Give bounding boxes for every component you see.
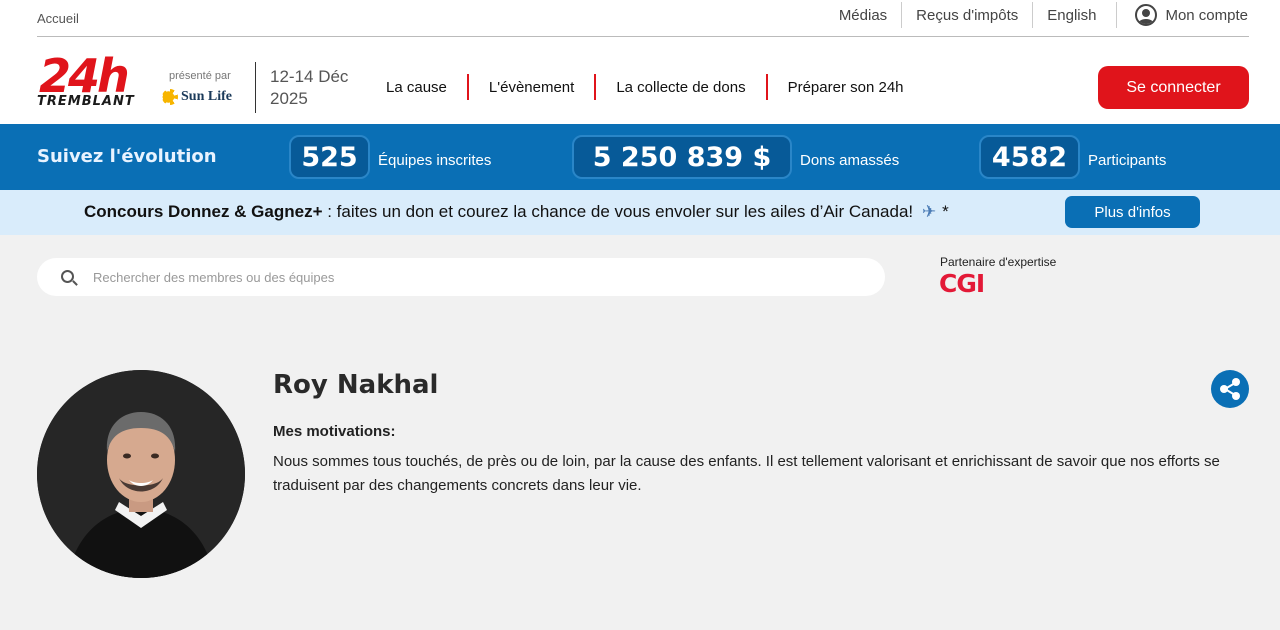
- sponsor-logo: Sun Life: [162, 89, 232, 105]
- contest-description: : faites un don et courez la chance de v…: [322, 202, 914, 221]
- logo-name: TREMBLANT: [37, 94, 135, 109]
- nav-item-event[interactable]: L'évènement: [466, 74, 594, 100]
- event-dates-year: 2025: [270, 89, 308, 108]
- site-header: Accueil Médias Reçus d'impôts English Mo…: [0, 0, 1280, 124]
- event-dates: 12-14 Déc 2025: [270, 66, 348, 110]
- stats-band: Suivez l'évolution 525 Équipes inscrites…: [0, 124, 1280, 190]
- share-icon: [1220, 378, 1240, 400]
- logo-24h-tremblant[interactable]: 24h TREMBLANT: [37, 49, 157, 112]
- account-link[interactable]: Mon compte: [1116, 2, 1248, 28]
- share-button[interactable]: [1211, 370, 1249, 408]
- partner-label: Partenaire d'expertise: [940, 255, 1057, 269]
- airplane-icon: ✈: [921, 202, 937, 221]
- contest-asterisk: *: [942, 202, 949, 221]
- motivations-text: Nous sommes tous touchés, de près ou de …: [273, 453, 1220, 494]
- profile-photo: [37, 370, 245, 578]
- profile-name: Roy Nakhal: [273, 370, 439, 400]
- utility-link-tax-receipts[interactable]: Reçus d'impôts: [901, 2, 1032, 28]
- divider: [37, 36, 1249, 37]
- sun-icon: [162, 89, 178, 105]
- motivations-heading: Mes motivations:: [273, 423, 396, 440]
- stats-title: Suivez l'évolution: [37, 146, 217, 167]
- participants-label: Participants: [1088, 152, 1167, 169]
- donations-label: Dons amassés: [800, 152, 900, 169]
- login-button[interactable]: Se connecter: [1098, 66, 1249, 109]
- contest-banner: Concours Donnez & Gagnez+ : faites un do…: [0, 190, 1280, 235]
- participants-count: 4582: [979, 135, 1080, 179]
- nav-item-fundraising[interactable]: La collecte de dons: [594, 74, 765, 100]
- sponsor-name: Sun Life: [181, 89, 232, 104]
- nav-item-cause[interactable]: La cause: [370, 74, 467, 100]
- contest-message: Concours Donnez & Gagnez+ : faites un do…: [84, 202, 949, 222]
- avatar: [37, 370, 245, 578]
- more-info-button[interactable]: Plus d'infos: [1065, 196, 1200, 228]
- utility-link-medias[interactable]: Médias: [825, 2, 901, 28]
- utility-nav: Médias Reçus d'impôts English Mon compte: [825, 0, 1248, 30]
- donations-total: 5 250 839 $: [572, 135, 792, 179]
- member-search: [37, 258, 885, 296]
- teams-count: 525: [289, 135, 370, 179]
- search-icon[interactable]: [61, 270, 74, 283]
- search-input[interactable]: [93, 258, 853, 296]
- main-nav: La cause L'évènement La collecte de dons…: [370, 74, 924, 100]
- user-account-icon: [1135, 4, 1158, 26]
- presented-by-label: présenté par: [169, 70, 231, 82]
- cgi-logo[interactable]: CGI: [939, 269, 985, 298]
- breadcrumb-home[interactable]: Accueil: [37, 11, 79, 26]
- contest-title: Concours Donnez & Gagnez+: [84, 202, 323, 221]
- teams-label: Équipes inscrites: [378, 152, 492, 169]
- account-label: Mon compte: [1165, 6, 1248, 24]
- nav-item-prepare[interactable]: Préparer son 24h: [765, 74, 924, 100]
- logo-number: 24h: [39, 49, 130, 103]
- header-separator: [255, 62, 256, 113]
- language-switch[interactable]: English: [1032, 2, 1110, 28]
- event-dates-days: 12-14 Déc: [270, 67, 349, 86]
